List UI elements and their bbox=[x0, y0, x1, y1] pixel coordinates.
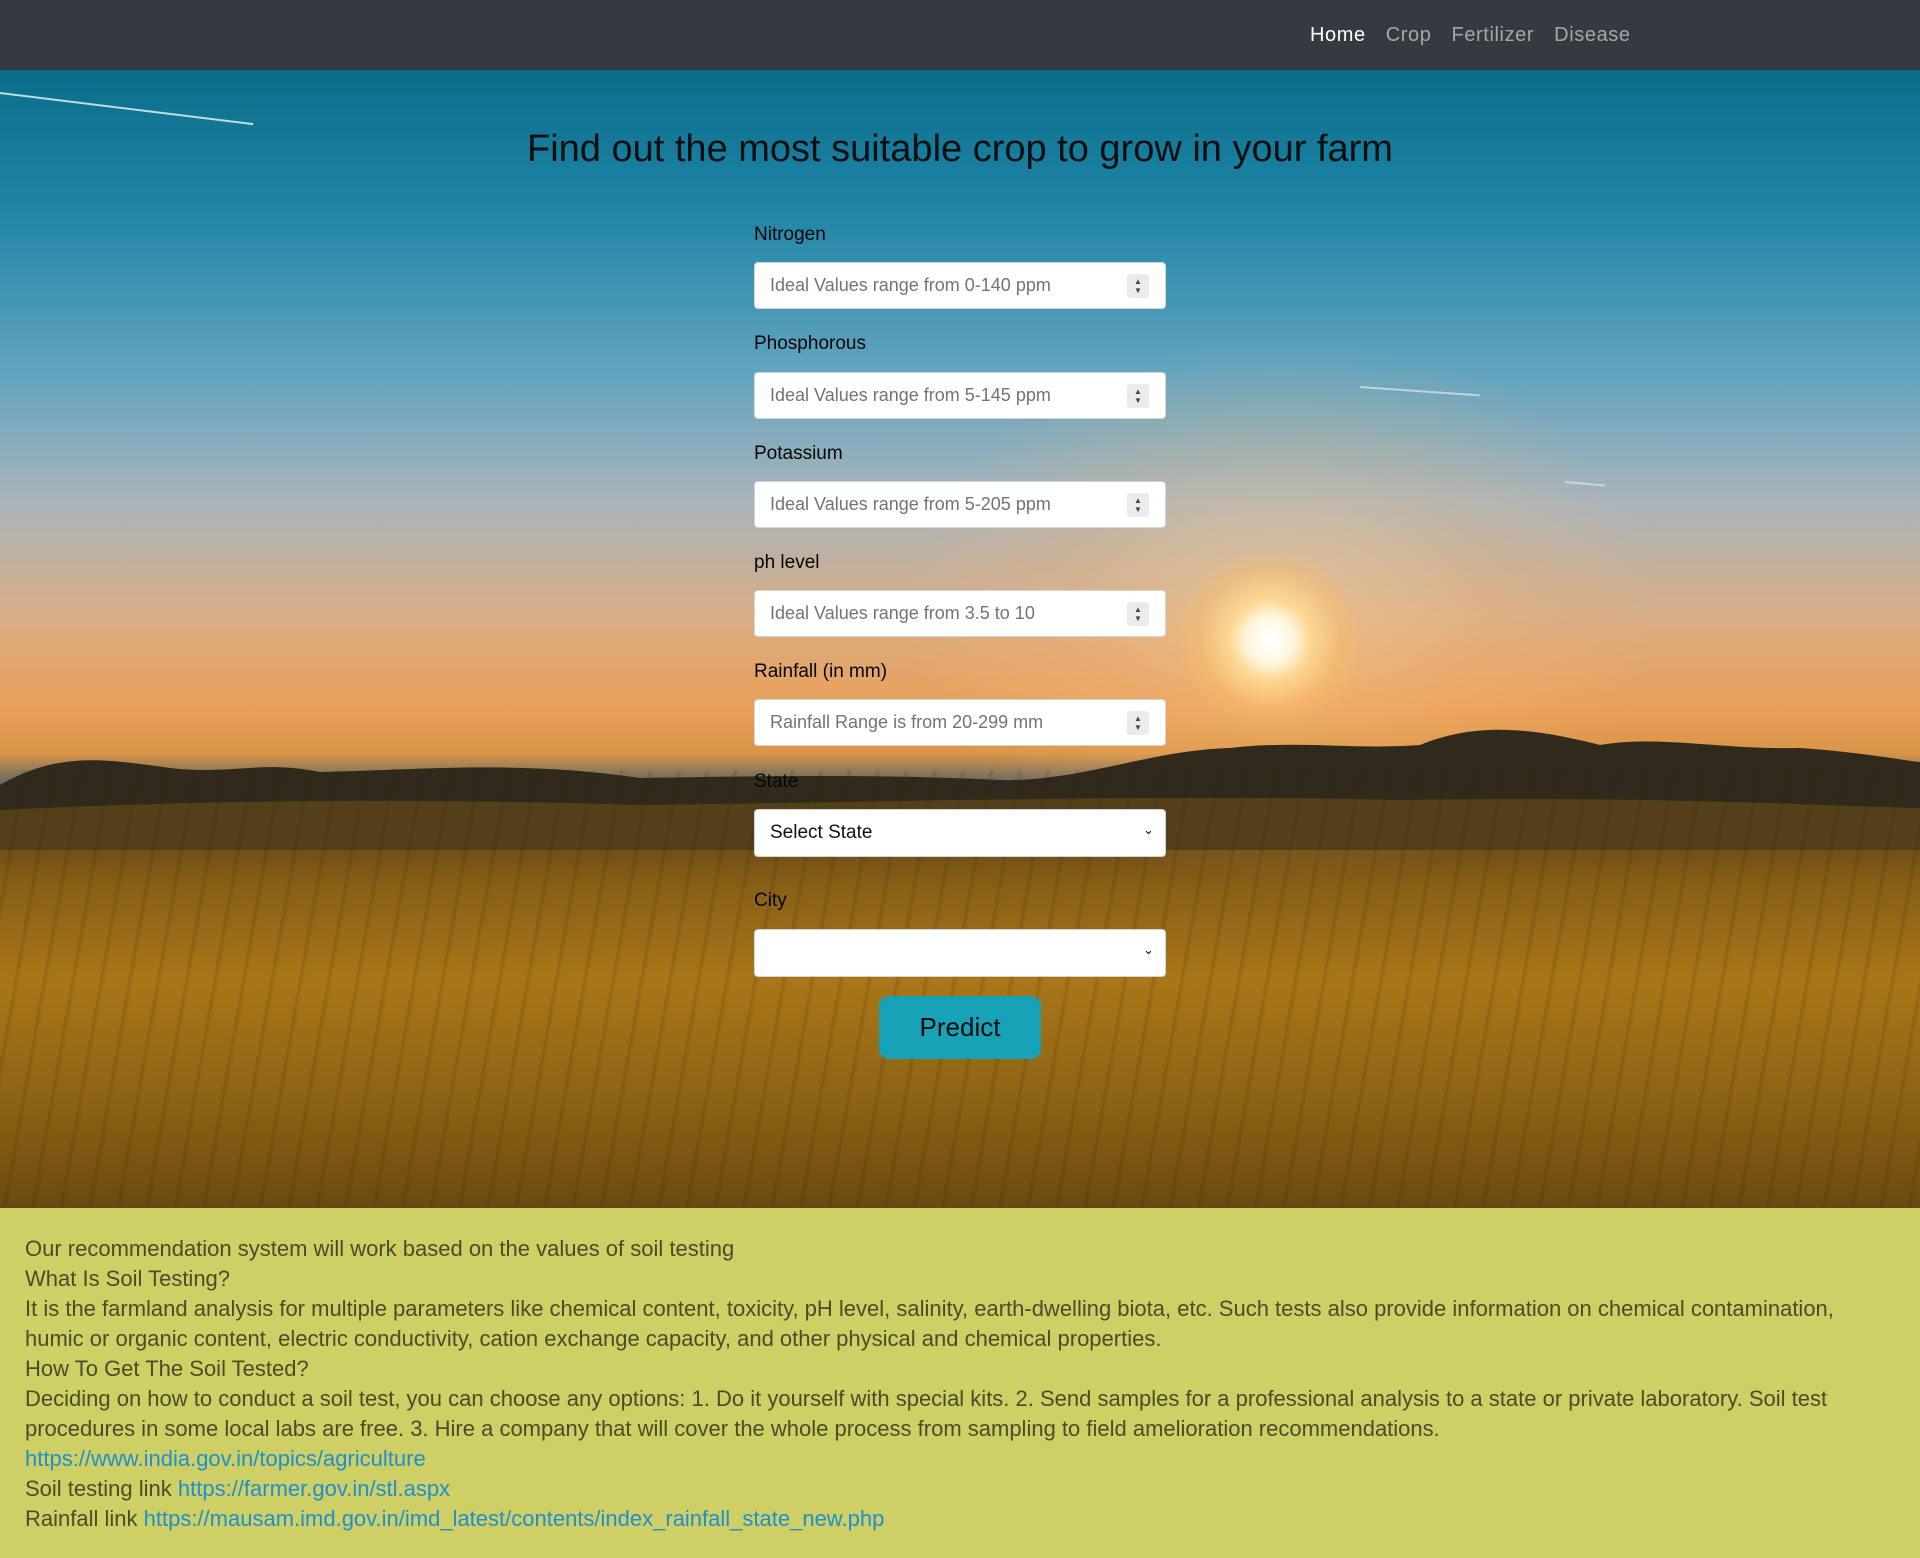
nitrogen-label: Nitrogen bbox=[754, 224, 826, 245]
phosphorous-spinner[interactable]: ▲ ▼ bbox=[1127, 384, 1149, 408]
info-intro: Our recommendation system will work base… bbox=[25, 1236, 735, 1261]
spin-up-icon[interactable]: ▲ bbox=[1134, 277, 1142, 286]
predict-button[interactable]: Predict bbox=[879, 996, 1041, 1059]
nav-home-link[interactable]: Home bbox=[1310, 24, 1366, 47]
chevron-down-icon: ⌄ bbox=[1143, 822, 1154, 837]
phosphorous-label: Phosphorous bbox=[754, 333, 866, 354]
rainfall-link-label: Rainfall link bbox=[25, 1506, 138, 1531]
rainfall-link-row: Rainfall link https://mausam.imd.gov.in/… bbox=[25, 1504, 1895, 1534]
soil-testing-link-row: Soil testing link https://farmer.gov.in/… bbox=[25, 1474, 1895, 1504]
get-soil-tested-question: How To Get The Soil Tested? bbox=[25, 1356, 309, 1381]
city-label: City bbox=[754, 890, 787, 911]
state-label: State bbox=[754, 771, 799, 792]
ph-level-input[interactable] bbox=[754, 590, 1166, 637]
rainfall-label: Rainfall (in mm) bbox=[754, 661, 888, 682]
rainfall-link[interactable]: https://mausam.imd.gov.in/imd_latest/con… bbox=[144, 1506, 885, 1531]
spin-up-icon[interactable]: ▲ bbox=[1134, 714, 1142, 723]
potassium-spinner[interactable]: ▲ ▼ bbox=[1127, 493, 1149, 517]
nav-disease-link[interactable]: Disease bbox=[1554, 24, 1630, 47]
spin-down-icon[interactable]: ▼ bbox=[1134, 396, 1142, 405]
spin-down-icon[interactable]: ▼ bbox=[1134, 723, 1142, 732]
spin-up-icon[interactable]: ▲ bbox=[1134, 387, 1142, 396]
spin-up-icon[interactable]: ▲ bbox=[1134, 496, 1142, 505]
chevron-down-icon: ⌄ bbox=[1143, 942, 1154, 957]
state-select[interactable]: Select State ⌄ bbox=[754, 809, 1166, 857]
nitrogen-spinner[interactable]: ▲ ▼ bbox=[1127, 274, 1149, 298]
soil-testing-answer: It is the farmland analysis for multiple… bbox=[25, 1296, 1834, 1351]
get-soil-tested-answer: Deciding on how to conduct a soil test, … bbox=[25, 1386, 1828, 1441]
soil-testing-link-label: Soil testing link bbox=[25, 1476, 172, 1501]
nav-links: Home Crop Fertilizer Disease bbox=[1310, 0, 1631, 70]
agriculture-link-row: https://www.india.gov.in/topics/agricult… bbox=[25, 1444, 1895, 1474]
nav-crop-link[interactable]: Crop bbox=[1386, 24, 1432, 47]
potassium-label: Potassium bbox=[754, 443, 843, 464]
spin-down-icon[interactable]: ▼ bbox=[1134, 505, 1142, 514]
potassium-input[interactable] bbox=[754, 481, 1166, 528]
soil-testing-question: What Is Soil Testing? bbox=[25, 1266, 231, 1291]
agriculture-link[interactable]: https://www.india.gov.in/topics/agricult… bbox=[25, 1446, 426, 1471]
rainfall-input[interactable] bbox=[754, 699, 1166, 746]
spin-down-icon[interactable]: ▼ bbox=[1134, 286, 1142, 295]
phosphorous-input[interactable] bbox=[754, 372, 1166, 419]
ph-level-label: ph level bbox=[754, 552, 820, 573]
ph-level-spinner[interactable]: ▲ ▼ bbox=[1127, 602, 1149, 626]
page-title: Find out the most suitable crop to grow … bbox=[527, 128, 1393, 170]
soil-testing-link[interactable]: https://farmer.gov.in/stl.aspx bbox=[178, 1476, 450, 1501]
state-select-value: Select State bbox=[770, 822, 873, 843]
rainfall-spinner[interactable]: ▲ ▼ bbox=[1127, 711, 1149, 735]
nav-fertilizer-link[interactable]: Fertilizer bbox=[1452, 24, 1535, 47]
info-section: Our recommendation system will work base… bbox=[0, 1208, 1920, 1558]
navbar: Home Crop Fertilizer Disease bbox=[0, 0, 1920, 70]
spin-up-icon[interactable]: ▲ bbox=[1134, 605, 1142, 614]
nitrogen-input[interactable] bbox=[754, 262, 1166, 309]
city-select[interactable]: ⌄ bbox=[754, 929, 1166, 977]
spin-down-icon[interactable]: ▼ bbox=[1134, 614, 1142, 623]
contrail bbox=[0, 92, 254, 126]
